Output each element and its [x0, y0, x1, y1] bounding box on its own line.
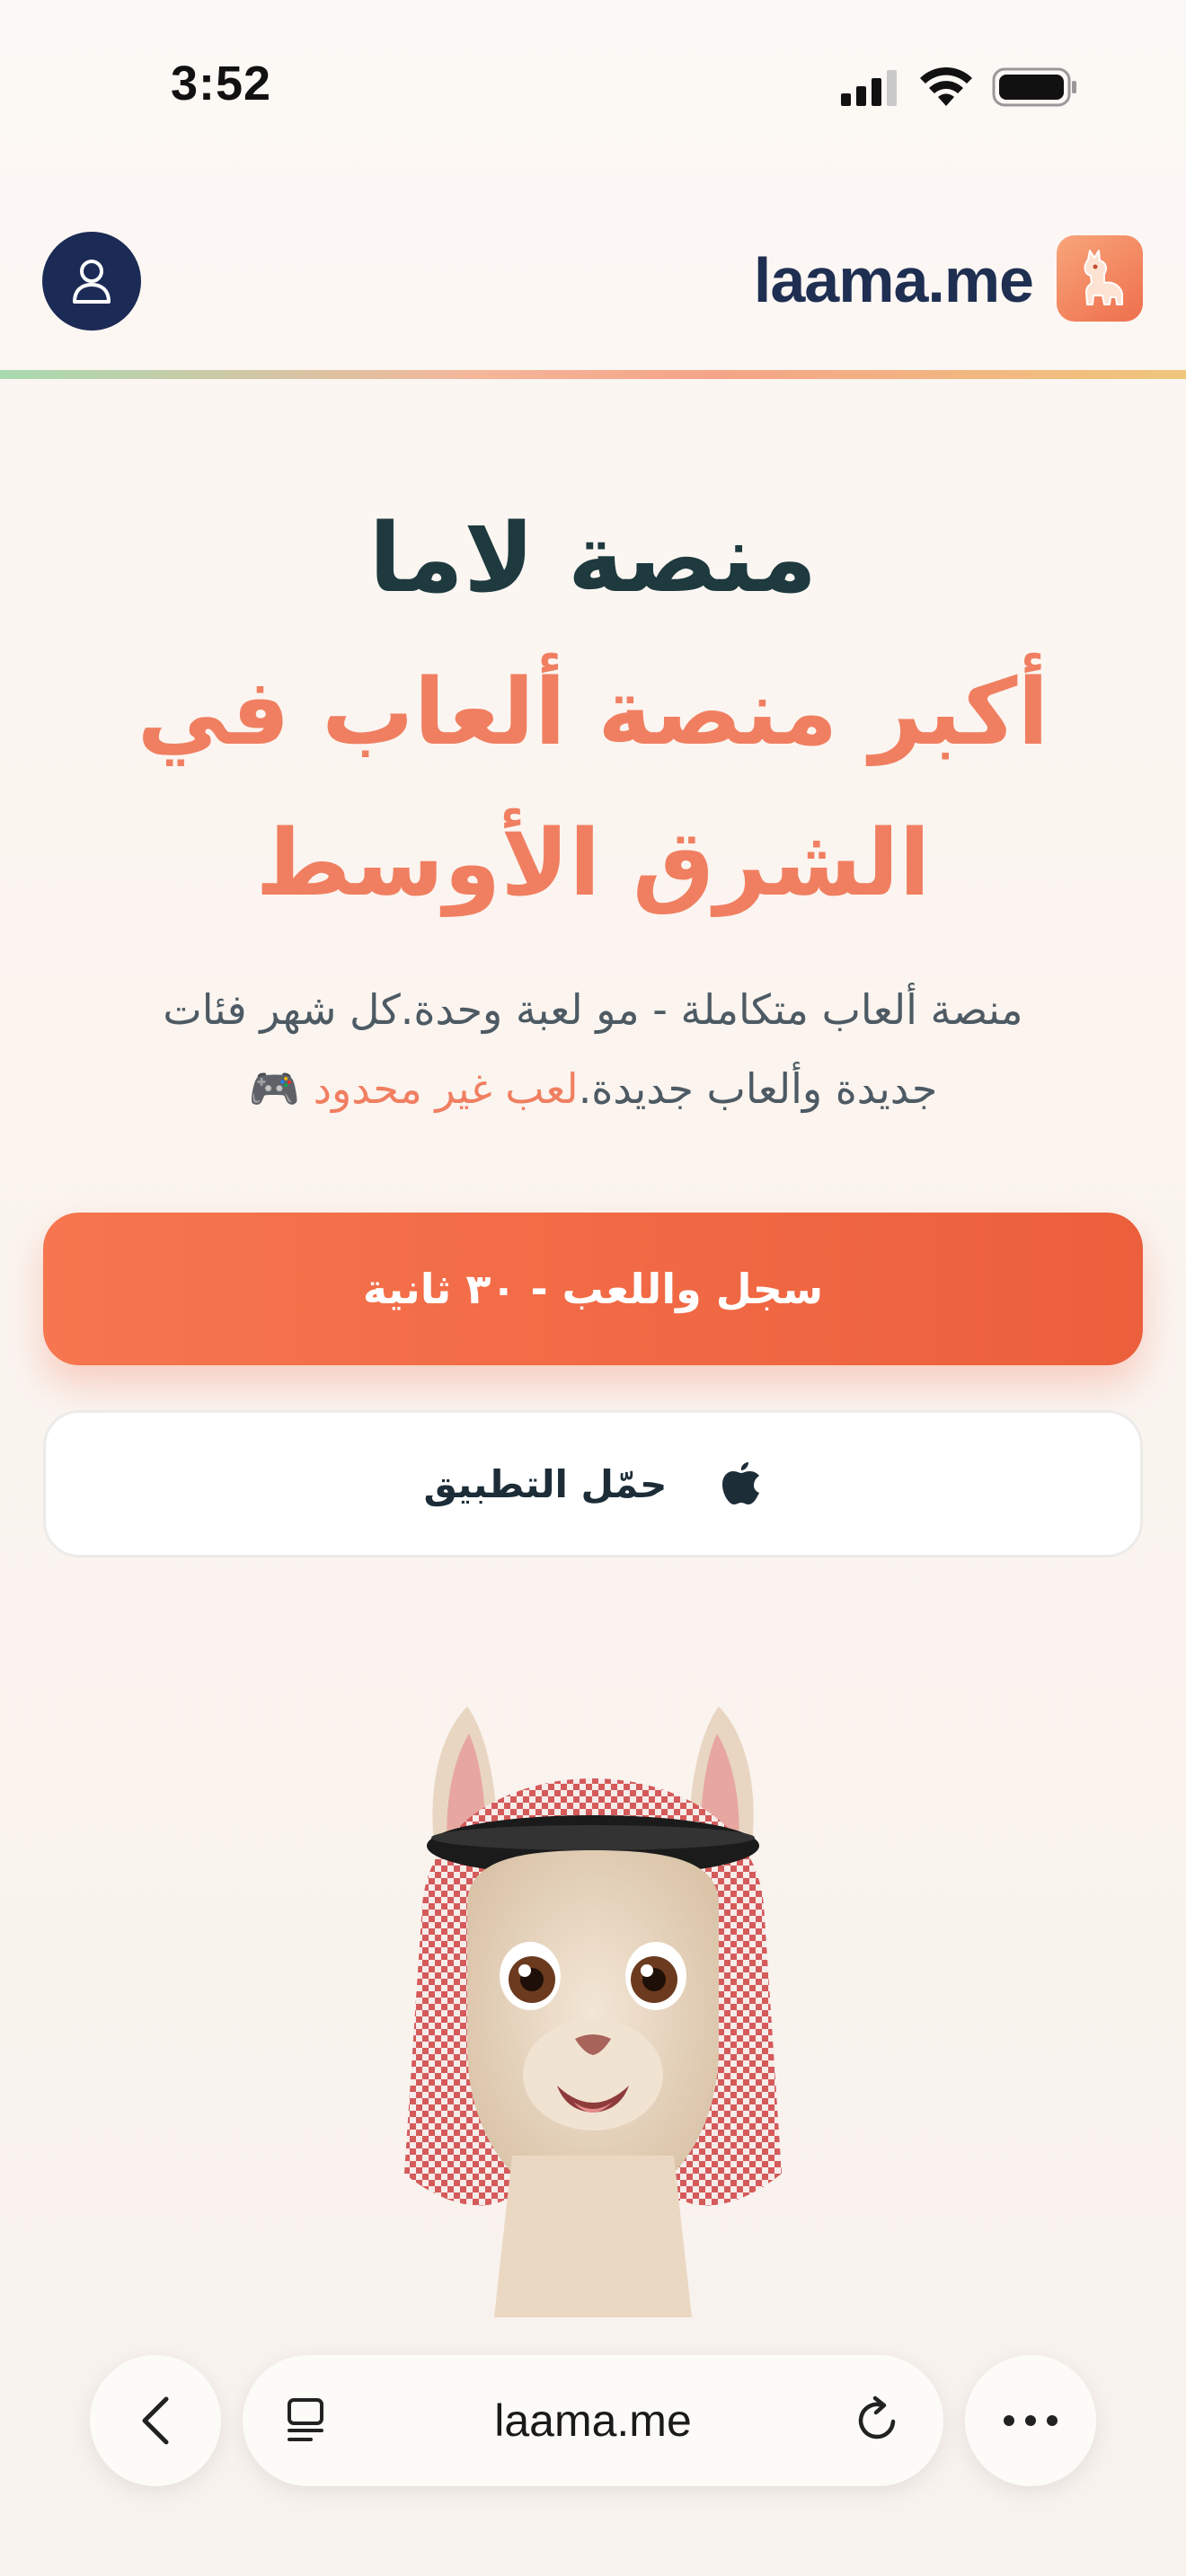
more-button[interactable] [965, 2355, 1096, 2486]
back-button[interactable] [90, 2355, 221, 2486]
gamepad-icon: 🎮 [248, 1064, 300, 1113]
hero-description-line-2: جديدة وألعاب جديدة.لعب غير محدود 🎮 [54, 1049, 1132, 1128]
more-icon [1004, 2415, 1058, 2426]
status-time: 3:52 [171, 57, 272, 110]
url-text[interactable]: laama.me [243, 2355, 943, 2486]
reload-icon[interactable] [852, 2395, 904, 2447]
hero-description-accent: لعب غير محدود [313, 1064, 579, 1113]
llama-logo-icon[interactable] [1057, 235, 1143, 322]
hero-description-line-1: منصة ألعاب متكاملة - مو لعبة وحدة.كل شهر… [163, 985, 1023, 1034]
battery-icon [992, 67, 1076, 107]
apple-icon [722, 1462, 760, 1504]
download-app-button[interactable]: حمّل التطبيق [43, 1410, 1143, 1557]
browser-toolbar: laama.me [0, 2335, 1186, 2576]
user-icon [73, 260, 111, 304]
page: 3:52 laama.me منصة لاما أكبر منصة ألعاب … [0, 0, 1186, 2576]
download-app-button-label: حمّل التطبيق [423, 1461, 668, 1506]
signup-play-button-label: سجل واللعب - ٣٠ ثانية [362, 1265, 824, 1313]
chevron-left-icon [142, 2396, 169, 2445]
hero-title: منصة لاما [368, 503, 818, 613]
header-gradient-divider [0, 370, 1186, 379]
status-bar: 3:52 [0, 0, 1186, 171]
signup-play-button[interactable]: سجل واللعب - ٣٠ ثانية [43, 1213, 1143, 1365]
llama-mascot-image [404, 1707, 782, 2317]
hero-subtitle-line-2: الشرق الأوسط [255, 810, 931, 917]
cellular-signal-icon [841, 70, 897, 106]
hero-subtitle-line-1: أكبر منصة ألعاب في [137, 659, 1049, 766]
hero-subtitle: أكبر منصة ألعاب في الشرق الأوسط [90, 638, 1096, 940]
site-header: laama.me [0, 207, 1186, 377]
hero-description: منصة ألعاب متكاملة - مو لعبة وحدة.كل شهر… [54, 970, 1132, 1128]
brand-name[interactable]: laama.me [754, 244, 1034, 316]
wifi-icon [920, 66, 972, 106]
account-button[interactable] [42, 232, 141, 331]
hero-description-text: جديدة وألعاب جديدة. [578, 1064, 938, 1113]
address-bar[interactable]: laama.me [243, 2355, 943, 2486]
